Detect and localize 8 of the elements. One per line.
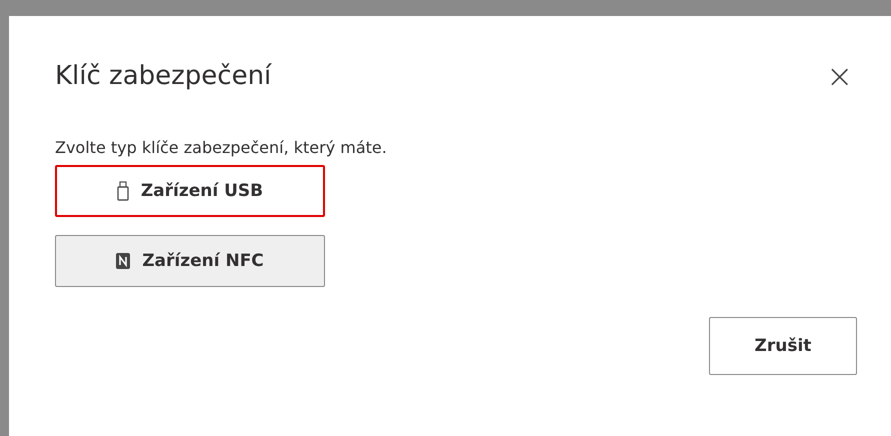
dialog-title: Klíč zabezpečení xyxy=(55,61,272,91)
nfc-icon xyxy=(116,253,130,269)
usb-drive-icon xyxy=(116,181,129,201)
cancel-button[interactable]: Zrušit xyxy=(709,317,857,375)
prompt-text: Zvolte typ klíče zabezpečení, který máte. xyxy=(55,138,388,157)
close-button[interactable]: × xyxy=(822,60,857,92)
device-option-button[interactable]: Zařízení USB xyxy=(55,165,325,217)
device-option-button[interactable]: Zařízení NFC xyxy=(55,235,325,287)
